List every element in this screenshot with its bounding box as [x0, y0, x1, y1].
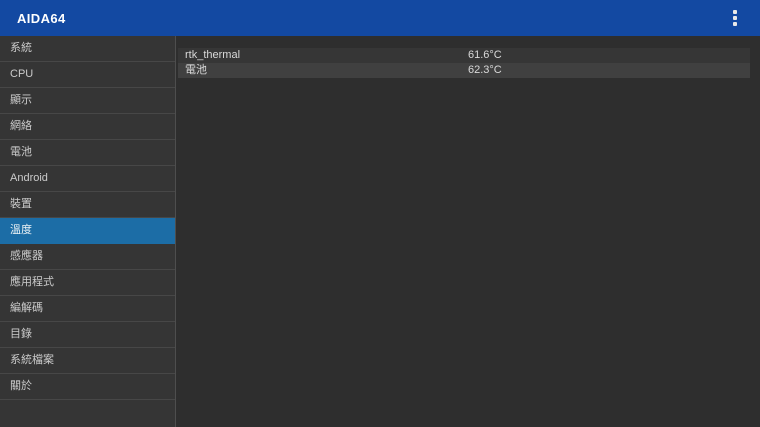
- app-title: AIDA64: [17, 10, 66, 26]
- sidebar-item-devices[interactable]: 裝置: [0, 192, 175, 218]
- sidebar-item-sensors[interactable]: 感應器: [0, 244, 175, 270]
- sensor-value: 62.3°C: [468, 64, 502, 76]
- app-bar: AIDA64: [0, 0, 760, 36]
- overflow-menu-icon: [733, 10, 737, 26]
- sidebar-item-display[interactable]: 顯示: [0, 88, 175, 114]
- table-row[interactable]: 電池 62.3°C: [178, 63, 750, 78]
- sidebar-item-system-files[interactable]: 系統檔案: [0, 348, 175, 374]
- aida64-app-window: AIDA64 系統 CPU 顯示 網絡 電池 Android 裝置 溫度 感應器…: [0, 0, 760, 427]
- sidebar-item-network[interactable]: 網絡: [0, 114, 175, 140]
- sensor-value: 61.6°C: [468, 49, 502, 61]
- main-layout: 系統 CPU 顯示 網絡 電池 Android 裝置 溫度 感應器 應用程式 編…: [0, 36, 760, 427]
- sensor-label: rtk_thermal: [185, 49, 241, 61]
- sidebar-item-codecs[interactable]: 編解碼: [0, 296, 175, 322]
- sidebar-item-about[interactable]: 關於: [0, 374, 175, 400]
- sidebar-item-battery[interactable]: 電池: [0, 140, 175, 166]
- overflow-menu-button[interactable]: [720, 0, 750, 36]
- sidebar-item-apps[interactable]: 應用程式: [0, 270, 175, 296]
- table-row[interactable]: rtk_thermal 61.6°C: [178, 48, 750, 63]
- sidebar-item-android[interactable]: Android: [0, 166, 175, 192]
- sidebar-item-temperature[interactable]: 溫度: [0, 218, 175, 244]
- sensor-label: 電池: [185, 64, 207, 76]
- sidebar-item-directory[interactable]: 目錄: [0, 322, 175, 348]
- sidebar: 系統 CPU 顯示 網絡 電池 Android 裝置 溫度 感應器 應用程式 編…: [0, 36, 176, 427]
- sidebar-item-cpu[interactable]: CPU: [0, 62, 175, 88]
- sidebar-item-system[interactable]: 系統: [0, 36, 175, 62]
- temperature-panel: rtk_thermal 61.6°C 電池 62.3°C: [176, 36, 760, 427]
